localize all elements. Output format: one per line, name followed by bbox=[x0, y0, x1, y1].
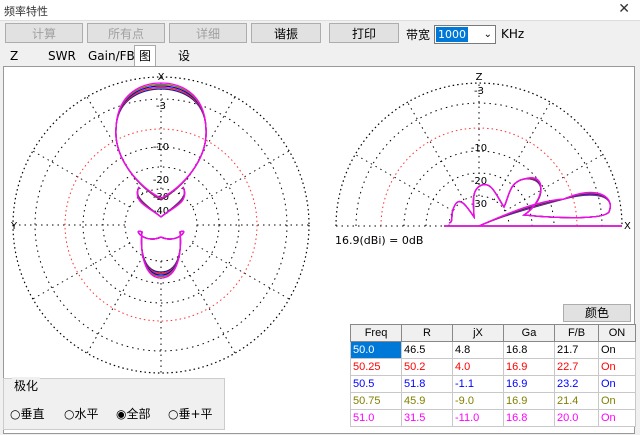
table-cell: -9.0 bbox=[452, 392, 504, 410]
grid-spoke bbox=[191, 150, 290, 208]
right-axis-top: Z bbox=[476, 72, 483, 83]
left-axis-left: Y bbox=[10, 221, 18, 232]
table-cell: -1.1 bbox=[452, 375, 504, 393]
table-cell: 16.9 bbox=[503, 392, 555, 410]
radio-all-label: 全部 bbox=[126, 407, 151, 421]
table-cell: 51.8 bbox=[401, 375, 453, 393]
table-cell: 4.0 bbox=[452, 358, 504, 376]
left-axis-top: X bbox=[158, 72, 165, 83]
right-ring-label-20: -20 bbox=[471, 176, 487, 187]
tab-swr[interactable]: SWR bbox=[44, 47, 80, 65]
col-jx[interactable]: jX bbox=[452, 324, 504, 342]
right-axis-right: X bbox=[624, 221, 631, 232]
right-ring-label-10: -10 bbox=[471, 143, 487, 154]
table-cell: 50.2 bbox=[401, 358, 453, 376]
radio-vert-horiz-label: 垂+平 bbox=[178, 407, 213, 421]
left-ring-label-3: -3 bbox=[156, 101, 166, 112]
print-button[interactable]: 打印 bbox=[329, 23, 399, 43]
table-cell: 50.75 bbox=[350, 392, 402, 410]
resonance-button[interactable]: 谐振 bbox=[251, 23, 321, 43]
polarization-label: 极化 bbox=[12, 377, 41, 394]
table-cell: 16.9 bbox=[503, 358, 555, 376]
table-cell: 16.8 bbox=[503, 341, 555, 359]
table-cell: 46.5 bbox=[401, 341, 453, 359]
grid-spoke bbox=[191, 242, 290, 300]
left-ring-label-10: -10 bbox=[153, 142, 169, 153]
table-cell: On bbox=[598, 341, 636, 359]
grid-spoke bbox=[407, 101, 465, 201]
table-cell: 50.0 bbox=[350, 341, 402, 359]
close-icon[interactable]: ✕ bbox=[618, 1, 630, 17]
tab-graph[interactable]: 图形 bbox=[134, 45, 157, 83]
polarization-group: 极化 ○垂直 ○水平 ◉全部 ○垂+平 bbox=[3, 377, 225, 430]
table-cell: 45.9 bbox=[401, 392, 453, 410]
azimuth-plot: X Y -3 -10 -20 -30 -40 bbox=[10, 72, 310, 374]
table-cell: 16.8 bbox=[503, 409, 555, 427]
color-button[interactable]: 颜色 bbox=[563, 304, 631, 322]
table-cell: 31.5 bbox=[401, 409, 453, 427]
left-ring-label-20: -20 bbox=[153, 175, 169, 186]
radio-all[interactable]: ◉全部 bbox=[116, 405, 151, 422]
bandwidth-select[interactable]: 1000 ⌄ bbox=[434, 25, 496, 44]
tab-z[interactable]: Z bbox=[6, 47, 22, 65]
reference-gain: 16.9(dBi) = 0dB bbox=[335, 234, 423, 247]
table-row[interactable]: 50.0 46.5 4.8 16.8 21.7 On bbox=[350, 341, 636, 359]
table-cell: 21.4 bbox=[554, 392, 599, 410]
grid-spoke bbox=[86, 255, 144, 354]
table-cell: 50.25 bbox=[350, 358, 402, 376]
col-r[interactable]: R bbox=[401, 324, 453, 342]
bandwidth-value: 1000 bbox=[436, 27, 468, 42]
grid-spoke bbox=[32, 150, 131, 208]
table-cell: 20.0 bbox=[554, 409, 599, 427]
radio-horizontal-label: 水平 bbox=[74, 407, 99, 421]
col-ga[interactable]: Ga bbox=[503, 324, 555, 342]
tab-gain-fb[interactable]: Gain/FB bbox=[84, 47, 139, 65]
window-title: 频率特性 bbox=[4, 5, 48, 18]
right-ring-label-3: -3 bbox=[474, 86, 484, 97]
all-points-button[interactable]: 所有点 bbox=[87, 23, 165, 43]
table-row[interactable]: 50.75 45.9 -9.0 16.9 21.4 On bbox=[350, 392, 636, 410]
table-header-row: Freq R jX Ga F/B ON bbox=[350, 324, 636, 342]
left-ring-label-40: -40 bbox=[153, 206, 169, 217]
frequency-table: Freq R jX Ga F/B ON 50.0 46.5 4.8 16.8 21.7 O… bbox=[350, 324, 636, 427]
table-cell: 4.8 bbox=[452, 341, 504, 359]
table-cell: 21.7 bbox=[554, 341, 599, 359]
table-cell: 50.5 bbox=[350, 375, 402, 393]
table-cell: On bbox=[598, 392, 636, 410]
table-row[interactable]: 51.0 31.5 -11.0 16.8 20.0 On bbox=[350, 409, 636, 427]
table-cell: On bbox=[598, 358, 636, 376]
grid-spoke bbox=[86, 96, 144, 195]
title-bar: 频率特性 ✕ bbox=[0, 0, 640, 21]
grid-spoke bbox=[178, 96, 236, 195]
col-freq[interactable]: Freq bbox=[350, 324, 402, 342]
detail-button[interactable]: 详细 bbox=[169, 23, 247, 43]
table-cell: On bbox=[598, 409, 636, 427]
table-row[interactable]: 50.5 51.8 -1.1 16.9 23.2 On bbox=[350, 375, 636, 393]
grid-spoke bbox=[178, 255, 236, 354]
bandwidth-label: 带宽 bbox=[406, 28, 431, 42]
radio-horizontal[interactable]: ○水平 bbox=[64, 405, 99, 422]
radio-vert-horiz[interactable]: ○垂+平 bbox=[168, 405, 213, 422]
tab-settings[interactable]: 设置 bbox=[174, 47, 194, 81]
elevation-plot: Z X -3 -10 -20 -30 16.9(dBi) = 0dB bbox=[335, 72, 631, 247]
radio-vertical-label: 垂直 bbox=[20, 407, 45, 421]
bandwidth-unit: KHz bbox=[501, 27, 525, 41]
table-cell: 16.9 bbox=[503, 375, 555, 393]
table-cell: On bbox=[598, 375, 636, 393]
grid-spoke bbox=[32, 242, 131, 300]
table-cell: 51.0 bbox=[350, 409, 402, 427]
chevron-down-icon[interactable]: ⌄ bbox=[484, 26, 492, 43]
table-cell: 23.2 bbox=[554, 375, 599, 393]
table-cell: -11.0 bbox=[452, 409, 504, 427]
calc-button[interactable]: 计算 bbox=[5, 23, 83, 43]
grid-spoke bbox=[493, 101, 551, 201]
col-on[interactable]: ON bbox=[598, 324, 636, 342]
radio-vertical[interactable]: ○垂直 bbox=[10, 405, 45, 422]
table-row[interactable]: 50.25 50.2 4.0 16.9 22.7 On bbox=[350, 358, 636, 376]
table-cell: 22.7 bbox=[554, 358, 599, 376]
col-fb[interactable]: F/B bbox=[554, 324, 599, 342]
